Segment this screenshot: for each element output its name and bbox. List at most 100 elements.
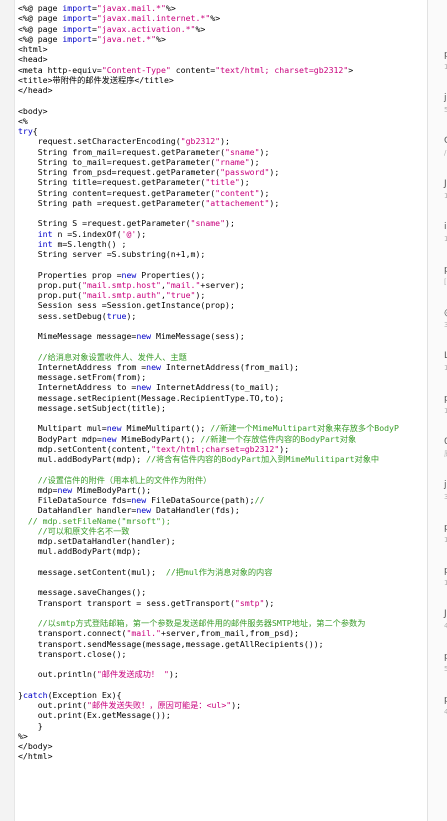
code-token: } [18,720,43,731]
code-line: transport.close(); [18,649,427,659]
code-line: transport.connect("mail."+server,from_ma… [18,628,427,638]
code-token: ); [279,443,290,454]
code-line: mdp.setDataHandler(handler); [18,536,427,546]
code-token: FileDataSource(path); [146,495,255,505]
code-token: message.saveChanges(); [18,587,147,598]
code-token: </body> [18,741,53,751]
code-line: </body> [18,741,427,751]
code-editor[interactable]: <%@ page import="javax.mail.*"%> <%@ page… [0,0,427,821]
code-token: ); [259,187,270,198]
code-token: Properties prop = [18,269,122,280]
code-token: <%@ page [18,23,63,34]
code-token: </head> [18,85,53,95]
code-token: mul.addBodyPart(mdp); [18,546,142,557]
code-token: ); [231,700,242,710]
code-line: try{ [18,126,427,136]
code-line: request.setCharacterEncoding("gb2312"); [18,136,427,146]
code-token: <%@ page [18,13,63,24]
code-token: "smtp" [234,597,265,608]
code-token: out.print(Ex.getMessage()); [18,710,171,721]
code-line: <meta http-equiv="Content-Type" content=… [18,65,427,75]
code-line: String from_psd=request.getParameter("pa… [18,167,427,177]
code-token: request.setCharacterEncoding( [18,136,181,147]
code-token: true [106,310,127,321]
code-token: "javax.activation.*" [96,23,196,34]
code-token: "mail.smtp.host" [82,279,161,290]
code-line: String title=request.getParameter("title… [18,177,427,187]
code-line: <%@ page import="javax.mail.internet.*"%… [18,13,427,23]
code-line: <head> [18,54,427,64]
code-line: <%@ page import="javax.activation.*"%> [18,24,427,34]
code-token: "true" [165,290,196,300]
code-token: import [62,13,92,24]
code-token: mdp.setDataHandler(handler); [18,536,176,546]
code-line: mdp=new MimeBodyPart(); [18,485,427,495]
code-token: DataHandler handler= [18,505,137,516]
code-line: sess.setDebug(true); [18,311,427,321]
code-token: new [106,423,122,434]
code-token: InternetAddress(from_mail); [160,361,299,372]
code-token: ); [220,136,230,147]
code-token: transport.connect( [18,628,127,639]
code-token: "title" [205,177,240,188]
code-token: ); [126,310,137,321]
code-token: ); [264,597,275,608]
code-token: "javax.mail.internet.*" [96,13,211,24]
code-token: "Content-Type" [101,64,171,75]
code-token: String S =request.getParameter( [18,218,191,229]
code-token: message.setFrom(from); [18,372,147,382]
code-token: MimeMultipart(); [121,423,211,434]
code-token: ); [249,156,260,167]
code-token: sess.setDebug( [18,310,107,321]
code-line: InternetAddress to =new InternetAddress(… [18,382,427,392]
code-token: <%@ page [18,33,63,44]
code-token: //设置信件的附件（用本机上的文件作为附件） [18,474,212,485]
sidebar-text-fragment: [ [444,278,447,286]
code-token: "attachement" [205,197,270,208]
code-token: mul.addBodyPart(mdp); [18,454,147,464]
code-line: }catch(Exception Ex){ [18,690,427,700]
code-token: //可以和原文件名不一致 [18,525,130,536]
code-line: message.setFrom(from); [18,372,427,382]
code-token: +server,from_mail,from_psd); [160,628,299,639]
code-token: message.setContent(mul); [18,566,166,577]
code-token: "password" [220,167,270,177]
code-line: FileDataSource fds=new FileDataSource(pa… [18,495,427,505]
code-line: mdp.setContent(content,"text/html;charse… [18,444,427,454]
code-line: int n =S.indexOf('@'); [18,229,427,239]
code-token: > [348,64,354,75]
code-token: // mdp.setFileName("mrsoft"); [18,515,171,526]
code-line: message.setSubject(title); [18,403,427,413]
code-line: %> [18,731,427,741]
code-line: // mdp.setFileName("mrsoft"); [18,516,427,526]
code-token: String title=request.getParameter( [18,177,206,188]
code-line: <%@ page import="javax.mail.*"%> [18,3,427,13]
code-token: import [62,3,92,13]
code-line: <body> [18,106,427,116]
code-token: ); [168,669,179,680]
sidebar-text-fragment: J [444,609,447,619]
code-token: transport.sendMessage(message,message.ge… [18,638,324,649]
code-token: Multipart mul= [18,423,107,434]
code-token: out.println( [18,669,97,680]
code-token: message.setSubject(title); [18,402,166,413]
code-token: "content" [215,187,260,198]
code-token: InternetAddress to = [18,382,137,393]
code-token: new [131,495,147,505]
code-area[interactable]: <%@ page import="javax.mail.*"%> <%@ page… [18,3,427,821]
code-token: //把mul作为消息对象的内容 [165,566,273,577]
code-token: //将含有信件内容的BodyPart加入到MimeMulitipart对象中 [146,454,380,464]
code-token: </html> [18,751,53,762]
code-token: Properties(); [136,269,206,280]
code-token: new [146,361,161,372]
code-token: MimeBodyPart(); [116,433,201,444]
code-token: '@' [121,228,137,239]
code-token: "rname" [215,156,250,167]
code-token: ); [269,167,280,177]
code-token: new [101,433,117,444]
